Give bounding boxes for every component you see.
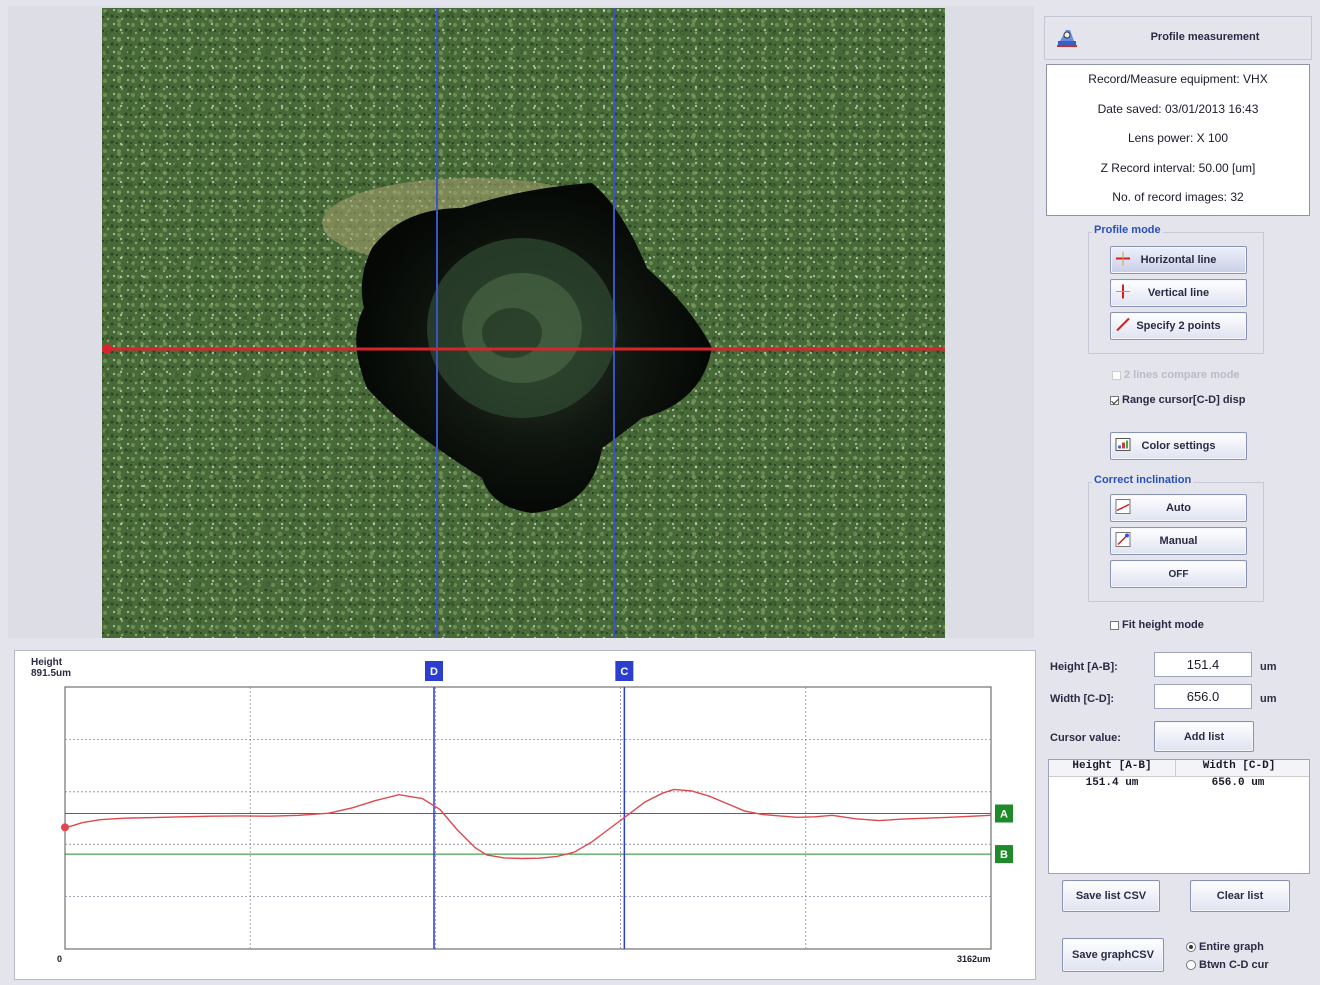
window-title: Profile measurement — [1150, 31, 1260, 43]
measurement-list[interactable]: Height [A-B] Width [C-D] 151.4 um 656.0 … — [1048, 759, 1310, 874]
palette-icon — [1115, 437, 1131, 456]
info-box: Record/Measure equipment: VHX Date saved… — [1046, 64, 1310, 216]
off-label: OFF — [1168, 568, 1189, 580]
profile-chart[interactable]: A B D C — [15, 651, 1035, 979]
profile-mode-title: Profile mode — [1092, 224, 1163, 236]
clear-list-label: Clear list — [1216, 890, 1264, 902]
two-lines-compare-checkbox[interactable]: 2 lines compare mode — [1112, 369, 1240, 381]
auto-label: Auto — [1165, 502, 1192, 514]
horizontal-line-label: Horizontal line — [1140, 254, 1217, 266]
cursor-b-label: B — [1000, 849, 1008, 861]
vertical-line-icon — [1115, 284, 1131, 303]
radio-label: Btwn C-D cur — [1199, 959, 1269, 971]
correct-inclination-title: Correct inclination — [1092, 474, 1194, 486]
checkbox-label: Range cursor[C-D] disp — [1122, 394, 1246, 406]
off-inclination-button[interactable]: OFF — [1110, 560, 1247, 588]
add-list-label: Add list — [1183, 730, 1225, 743]
vertical-line-button[interactable]: Vertical line — [1110, 279, 1247, 307]
save-list-csv-label: Save list CSV — [1075, 890, 1147, 902]
x-axis-max: 3162um — [957, 954, 991, 964]
manual-label: Manual — [1159, 535, 1198, 547]
list-header: Height [A-B] Width [C-D] — [1049, 760, 1309, 777]
auto-inclination-icon — [1115, 499, 1131, 518]
list-cell-height: 151.4 um — [1085, 777, 1139, 789]
info-record-images: No. of record images: 32 — [1112, 190, 1244, 204]
checkbox-label: 2 lines compare mode — [1124, 369, 1240, 381]
color-settings-button[interactable]: Color settings — [1110, 432, 1247, 460]
between-cd-radio[interactable]: Btwn C-D cur — [1186, 959, 1269, 971]
checkbox-box — [1110, 395, 1119, 405]
width-label: Width [C-D]: — [1050, 693, 1115, 705]
entire-graph-radio[interactable]: Entire graph — [1186, 941, 1264, 953]
height-label: Height [A-B]: — [1050, 661, 1118, 673]
checkbox-box — [1110, 620, 1119, 630]
info-lens-power: Lens power: X 100 — [1127, 131, 1229, 145]
height-value-field[interactable]: 151.4 — [1154, 652, 1252, 677]
info-date-saved: Date saved: 03/01/2013 16:43 — [1097, 101, 1259, 116]
checkbox-label: Fit height mode — [1122, 619, 1204, 631]
specify-two-points-label: Specify 2 points — [1136, 320, 1221, 332]
list-header-height[interactable]: Height [A-B] — [1049, 760, 1176, 776]
width-value-field[interactable]: 656.0 — [1154, 684, 1252, 709]
info-z-interval: Z Record interval: 50.00 [um] — [1100, 160, 1256, 175]
auto-inclination-button[interactable]: Auto — [1110, 494, 1247, 522]
save-graph-csv-label: Save graphCSV — [1072, 949, 1154, 961]
color-settings-label: Color settings — [1141, 440, 1216, 452]
cursor-d-label: D — [430, 666, 438, 678]
table-row[interactable]: 151.4 um 656.0 um — [1049, 777, 1309, 791]
radio-circle — [1186, 942, 1196, 952]
vertical-line-label: Vertical line — [1147, 287, 1210, 299]
microscope-image[interactable] — [102, 8, 945, 638]
side-panel: Profile measurement Record/Measure equip… — [1040, 6, 1314, 642]
fit-height-mode-checkbox[interactable]: Fit height mode — [1110, 619, 1204, 631]
add-list-button[interactable]: Add list — [1154, 721, 1254, 752]
x-axis-min: 0 — [57, 954, 63, 964]
profile-graph-panel: Height 891.5um ABDC 0 3162um — [14, 650, 1036, 980]
list-header-width[interactable]: Width [C-D] — [1176, 760, 1302, 776]
measurement-panel: Height [A-B]: 151.4 um Width [C-D]: 656.… — [1040, 648, 1314, 983]
diagonal-line-icon — [1115, 317, 1131, 336]
manual-inclination-button[interactable]: Manual — [1110, 527, 1247, 555]
clear-list-button[interactable]: Clear list — [1190, 880, 1290, 912]
profile-start-point — [61, 823, 69, 832]
horizontal-line-icon — [1115, 251, 1131, 270]
specify-two-points-button[interactable]: Specify 2 points — [1110, 312, 1247, 340]
horizontal-line-button[interactable]: Horizontal line — [1110, 246, 1247, 274]
radio-label: Entire graph — [1199, 941, 1264, 953]
width-unit: um — [1260, 693, 1277, 705]
save-list-csv-button[interactable]: Save list CSV — [1062, 880, 1160, 912]
cursor-c-label: C — [620, 666, 628, 678]
cursor-a-label: A — [1000, 809, 1008, 821]
cursor-value-label: Cursor value: — [1050, 732, 1121, 744]
info-equipment: Record/Measure equipment: VHX — [1088, 72, 1268, 86]
profile-app-icon — [1055, 26, 1079, 53]
title-bar: Profile measurement — [1044, 16, 1312, 60]
manual-inclination-icon — [1115, 532, 1131, 551]
profile-start-marker — [102, 344, 112, 354]
list-cell-width: 656.0 um — [1211, 777, 1265, 789]
save-graph-csv-button[interactable]: Save graphCSV — [1062, 938, 1164, 972]
checkbox-box — [1112, 370, 1121, 380]
range-cursor-checkbox[interactable]: Range cursor[C-D] disp — [1110, 394, 1245, 406]
radio-circle — [1186, 960, 1196, 970]
height-unit: um — [1260, 661, 1277, 673]
